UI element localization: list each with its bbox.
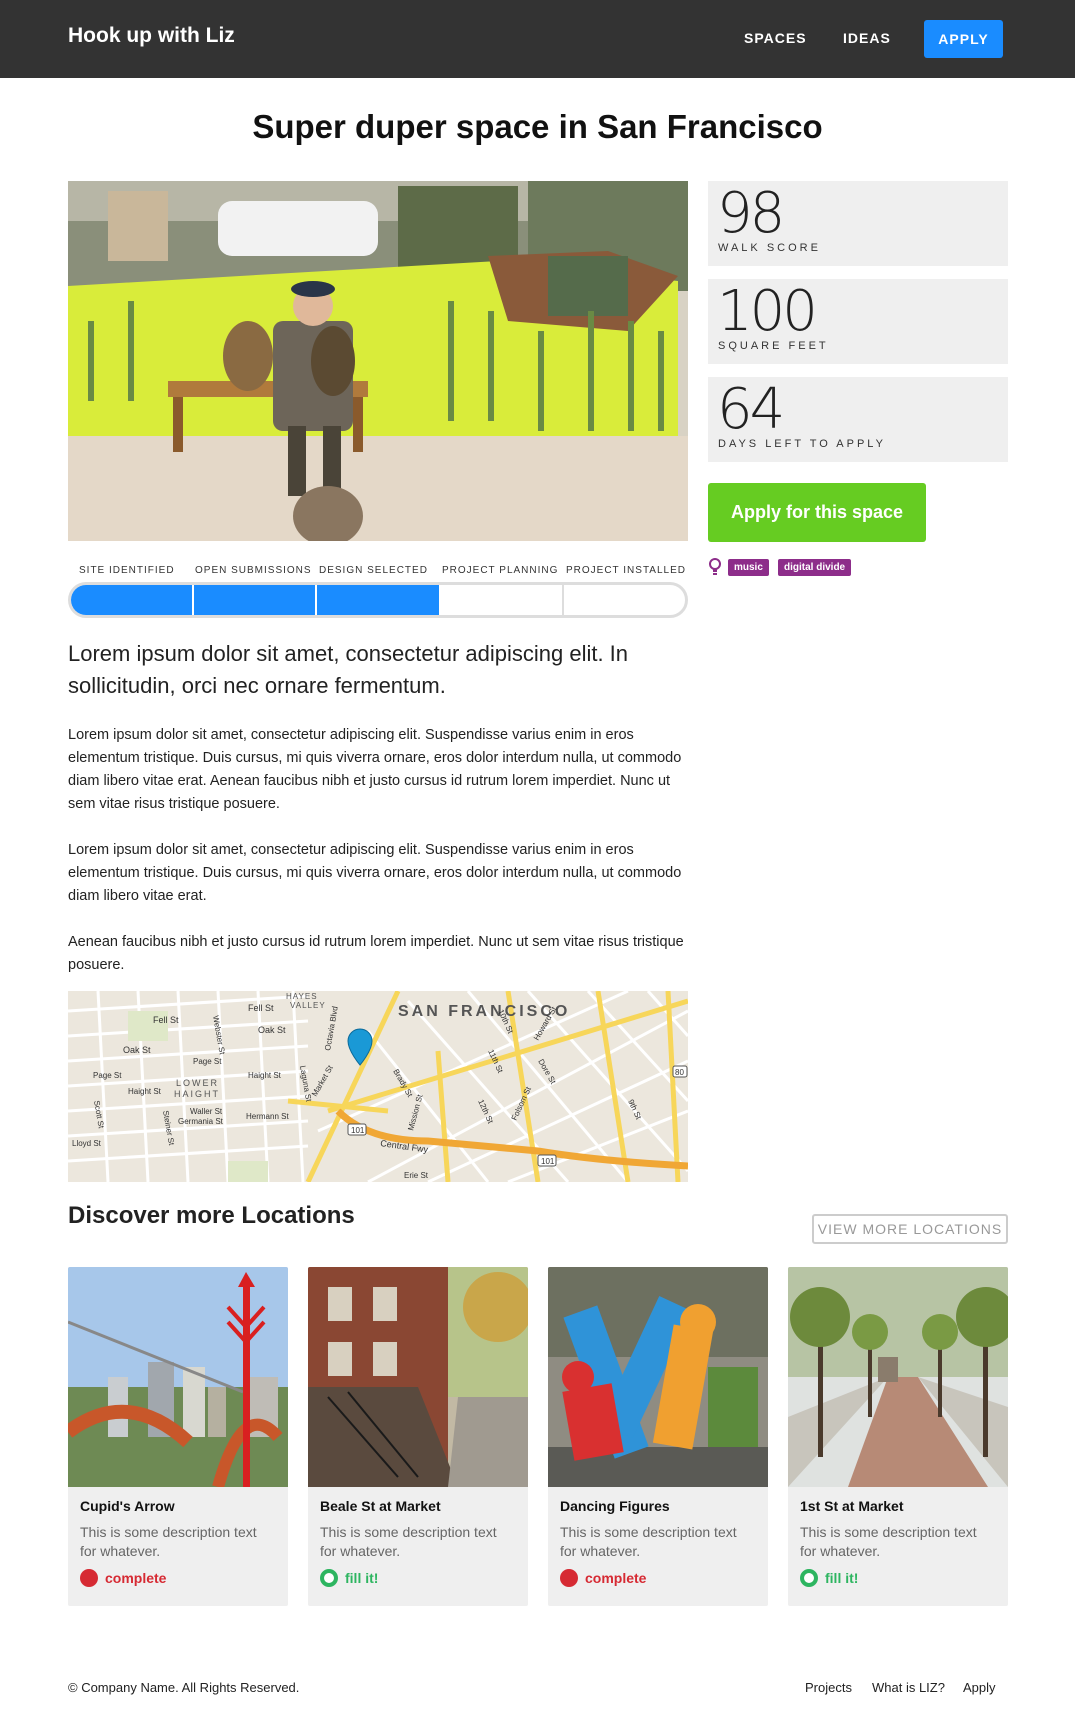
progress-segment xyxy=(564,585,685,615)
footer-link-projects[interactable]: Projects xyxy=(805,1680,852,1695)
svg-text:Waller St: Waller St xyxy=(190,1107,223,1116)
status-fill-icon xyxy=(320,1569,338,1587)
progress-segment xyxy=(317,585,441,615)
svg-text:Fell St: Fell St xyxy=(153,1015,179,1025)
project-progress-bar xyxy=(68,582,688,618)
location-card[interactable]: Dancing Figures This is some description… xyxy=(548,1267,768,1606)
footer-link-apply[interactable]: Apply xyxy=(963,1680,996,1695)
location-map[interactable]: SAN FRANCISCO Fell St Fell St Oak St Oak… xyxy=(68,991,688,1182)
svg-text:Haight St: Haight St xyxy=(248,1071,282,1080)
svg-text:Page St: Page St xyxy=(93,1071,122,1080)
location-card-photo xyxy=(788,1267,1008,1487)
body-paragraph: Lorem ipsum dolor sit amet, consectetur … xyxy=(68,727,682,812)
svg-text:101: 101 xyxy=(541,1157,555,1166)
location-card-title: Dancing Figures xyxy=(560,1498,670,1514)
discover-heading: Discover more Locations xyxy=(68,1202,355,1229)
location-card-title: 1st St at Market xyxy=(800,1498,904,1514)
status-complete-icon xyxy=(560,1569,578,1587)
location-card[interactable]: Beale St at Market This is some descript… xyxy=(308,1267,528,1606)
stat-label: WALK SCORE xyxy=(718,242,821,254)
stat-value: 64 xyxy=(717,377,785,442)
top-navbar: Hook up with Liz SPACES IDEAS APPLY xyxy=(0,0,1075,78)
location-card-photo xyxy=(308,1267,528,1487)
svg-text:80: 80 xyxy=(675,1068,684,1077)
space-photo xyxy=(68,181,688,541)
progress-segment xyxy=(194,585,318,615)
status-label: fill it! xyxy=(345,1570,379,1586)
stage-label-site-identified: SITE IDENTIFIED xyxy=(79,565,175,576)
nav-spaces-link[interactable]: SPACES xyxy=(744,30,807,46)
status-complete-icon xyxy=(80,1569,98,1587)
lightbulb-icon xyxy=(708,558,722,576)
svg-text:101: 101 xyxy=(351,1126,365,1135)
stage-label-project-planning: PROJECT PLANNING xyxy=(442,565,559,576)
stage-label-project-installed: PROJECT INSTALLED xyxy=(566,565,686,576)
nav-apply-button[interactable]: APPLY xyxy=(924,20,1003,58)
tag-digital-divide[interactable]: digital divide xyxy=(778,559,852,576)
svg-text:Fell St: Fell St xyxy=(248,1003,274,1013)
stat-square-feet: 100 SQUARE FEET xyxy=(708,279,1008,364)
stat-label: DAYS LEFT TO APPLY xyxy=(718,438,886,450)
progress-segment xyxy=(71,585,195,615)
svg-text:Germania St: Germania St xyxy=(178,1117,224,1126)
apply-for-space-button[interactable]: Apply for this space xyxy=(708,483,926,542)
stat-walk-score: 98 WALK SCORE xyxy=(708,181,1008,266)
svg-text:LOWER: LOWER xyxy=(176,1078,219,1088)
svg-text:Page St: Page St xyxy=(193,1057,222,1066)
location-card-description: This is some description text for whatev… xyxy=(80,1524,257,1559)
stat-days-left: 64 DAYS LEFT TO APPLY xyxy=(708,377,1008,462)
svg-text:Erie St: Erie St xyxy=(404,1171,429,1180)
location-card[interactable]: 1st St at Market This is some descriptio… xyxy=(788,1267,1008,1606)
svg-text:Oak St: Oak St xyxy=(123,1045,151,1055)
space-photo-illustration xyxy=(68,181,688,541)
location-card-description: This is some description text for whatev… xyxy=(560,1524,737,1559)
body-paragraph: Lorem ipsum dolor sit amet, consectetur … xyxy=(68,842,682,904)
status-label: complete xyxy=(585,1570,647,1586)
location-card-title: Beale St at Market xyxy=(320,1498,441,1514)
footer-link-what-is-liz[interactable]: What is LIZ? xyxy=(872,1680,945,1695)
svg-text:Lloyd St: Lloyd St xyxy=(72,1139,102,1148)
svg-text:HAYES: HAYES xyxy=(286,992,318,1001)
location-card-description: This is some description text for whatev… xyxy=(800,1524,977,1559)
stat-value: 100 xyxy=(717,279,818,344)
progress-segment xyxy=(441,585,564,615)
location-card-photo xyxy=(68,1267,288,1489)
footer-copyright: © Company Name. All Rights Reserved. xyxy=(68,1680,300,1695)
svg-text:Hermann St: Hermann St xyxy=(246,1112,289,1121)
lead-paragraph: Lorem ipsum dolor sit amet, consectetur … xyxy=(68,641,629,698)
status-label: complete xyxy=(105,1570,167,1586)
svg-text:HAIGHT: HAIGHT xyxy=(174,1089,220,1099)
svg-text:Haight St: Haight St xyxy=(128,1087,162,1096)
page-title: Super duper space in San Francisco xyxy=(252,108,823,145)
stat-value: 98 xyxy=(717,181,785,246)
location-card-description: This is some description text for whatev… xyxy=(320,1524,497,1559)
svg-text:Oak St: Oak St xyxy=(258,1025,286,1035)
tag-music[interactable]: music xyxy=(728,559,769,576)
location-card-photo xyxy=(548,1267,768,1487)
nav-ideas-link[interactable]: IDEAS xyxy=(843,30,891,46)
location-card[interactable]: Cupid's Arrow This is some description t… xyxy=(68,1267,288,1606)
map-illustration: SAN FRANCISCO Fell St Fell St Oak St Oak… xyxy=(68,991,688,1182)
stat-label: SQUARE FEET xyxy=(718,340,829,352)
view-more-locations-button[interactable]: VIEW MORE LOCATIONS xyxy=(812,1214,1008,1244)
brand-logo[interactable]: Hook up with Liz xyxy=(68,24,235,48)
svg-text:VALLEY: VALLEY xyxy=(290,1001,326,1010)
status-label: fill it! xyxy=(825,1570,859,1586)
body-paragraph: Aenean faucibus nibh et justo cursus id … xyxy=(68,934,684,973)
stage-label-design-selected: DESIGN SELECTED xyxy=(319,565,428,576)
location-card-title: Cupid's Arrow xyxy=(80,1498,175,1514)
status-fill-icon xyxy=(800,1569,818,1587)
stage-label-open-submissions: OPEN SUBMISSIONS xyxy=(195,565,312,576)
